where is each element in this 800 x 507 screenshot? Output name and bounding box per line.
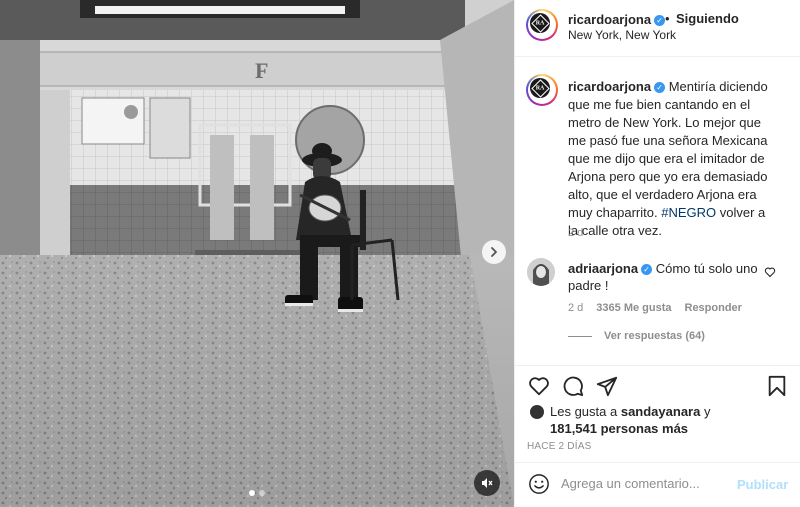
likes-count[interactable]: 181,541 personas más bbox=[550, 421, 688, 436]
follow-status-button[interactable]: Siguiendo bbox=[676, 11, 739, 26]
caption-hashtag[interactable]: #NEGRO bbox=[661, 205, 716, 220]
liker-avatar[interactable] bbox=[530, 405, 544, 419]
liker-username[interactable]: sandayanara bbox=[621, 404, 701, 419]
comment-heart-icon[interactable] bbox=[764, 266, 776, 278]
svg-text:F: F bbox=[255, 58, 268, 83]
commenter-avatar[interactable] bbox=[527, 258, 555, 286]
comment-body: adriaarjona ✓ Cómo tú solo uno padre ! bbox=[568, 260, 758, 294]
mute-icon bbox=[482, 478, 493, 488]
caption-avatar[interactable]: RA bbox=[526, 74, 558, 106]
carousel-indicator bbox=[249, 490, 265, 496]
replies-divider bbox=[568, 335, 592, 337]
likes-text: Les gusta a sandayanara y 181,541 person… bbox=[550, 404, 711, 436]
reply-button[interactable]: Responder bbox=[685, 302, 742, 314]
commenter-photo bbox=[527, 258, 555, 286]
bookmark-icon[interactable] bbox=[767, 375, 787, 397]
commenter-username[interactable]: adriaarjona bbox=[568, 261, 638, 276]
carousel-dot bbox=[259, 490, 265, 496]
heart-icon[interactable] bbox=[528, 375, 550, 397]
post-media[interactable]: F bbox=[0, 0, 514, 507]
caption-text: Mentiría diciendo que me fue bien cantan… bbox=[568, 79, 768, 220]
share-icon[interactable] bbox=[596, 375, 618, 397]
verified-icon: ✓ bbox=[654, 82, 666, 93]
mute-button[interactable] bbox=[474, 470, 500, 496]
view-replies-label: Ver respuestas (64) bbox=[604, 330, 705, 342]
verified-icon: ✓ bbox=[654, 15, 666, 26]
post-caption: ricardoarjona ✓ Mentiría diciendo que me … bbox=[568, 78, 778, 240]
caption-timestamp[interactable]: 2 d bbox=[568, 227, 583, 239]
author-logo-icon: RA bbox=[530, 13, 550, 33]
comment-likes[interactable]: 3365 Me gusta bbox=[596, 302, 671, 314]
publish-button[interactable]: Publicar bbox=[737, 477, 788, 492]
author-username[interactable]: ricardoarjona ✓ bbox=[568, 11, 666, 29]
emoji-icon[interactable] bbox=[528, 473, 550, 495]
post-date[interactable]: HACE 2 DÍAS bbox=[527, 441, 591, 452]
post-photo: F bbox=[0, 0, 514, 507]
likes-summary: Les gusta a sandayanara y 181,541 person… bbox=[530, 403, 710, 437]
carousel-next-button[interactable] bbox=[482, 240, 506, 264]
follow-separator: • bbox=[665, 11, 670, 26]
comment-input[interactable] bbox=[558, 472, 734, 494]
comment-time[interactable]: 2 d bbox=[568, 302, 583, 314]
comment-meta: 2 d 3365 Me gusta Responder bbox=[568, 302, 742, 314]
chevron-right-icon bbox=[491, 247, 497, 257]
author-logo-icon: RA bbox=[530, 78, 550, 98]
comment-icon[interactable] bbox=[562, 375, 584, 397]
actions-divider bbox=[514, 365, 800, 366]
view-replies-button[interactable]: Ver respuestas (64) bbox=[568, 330, 705, 342]
verified-icon: ✓ bbox=[641, 264, 653, 275]
carousel-dot-active bbox=[249, 490, 255, 496]
caption-username[interactable]: ricardoarjona bbox=[568, 79, 651, 94]
author-avatar[interactable]: RA bbox=[526, 9, 558, 41]
post-location[interactable]: New York, New York bbox=[568, 28, 676, 42]
